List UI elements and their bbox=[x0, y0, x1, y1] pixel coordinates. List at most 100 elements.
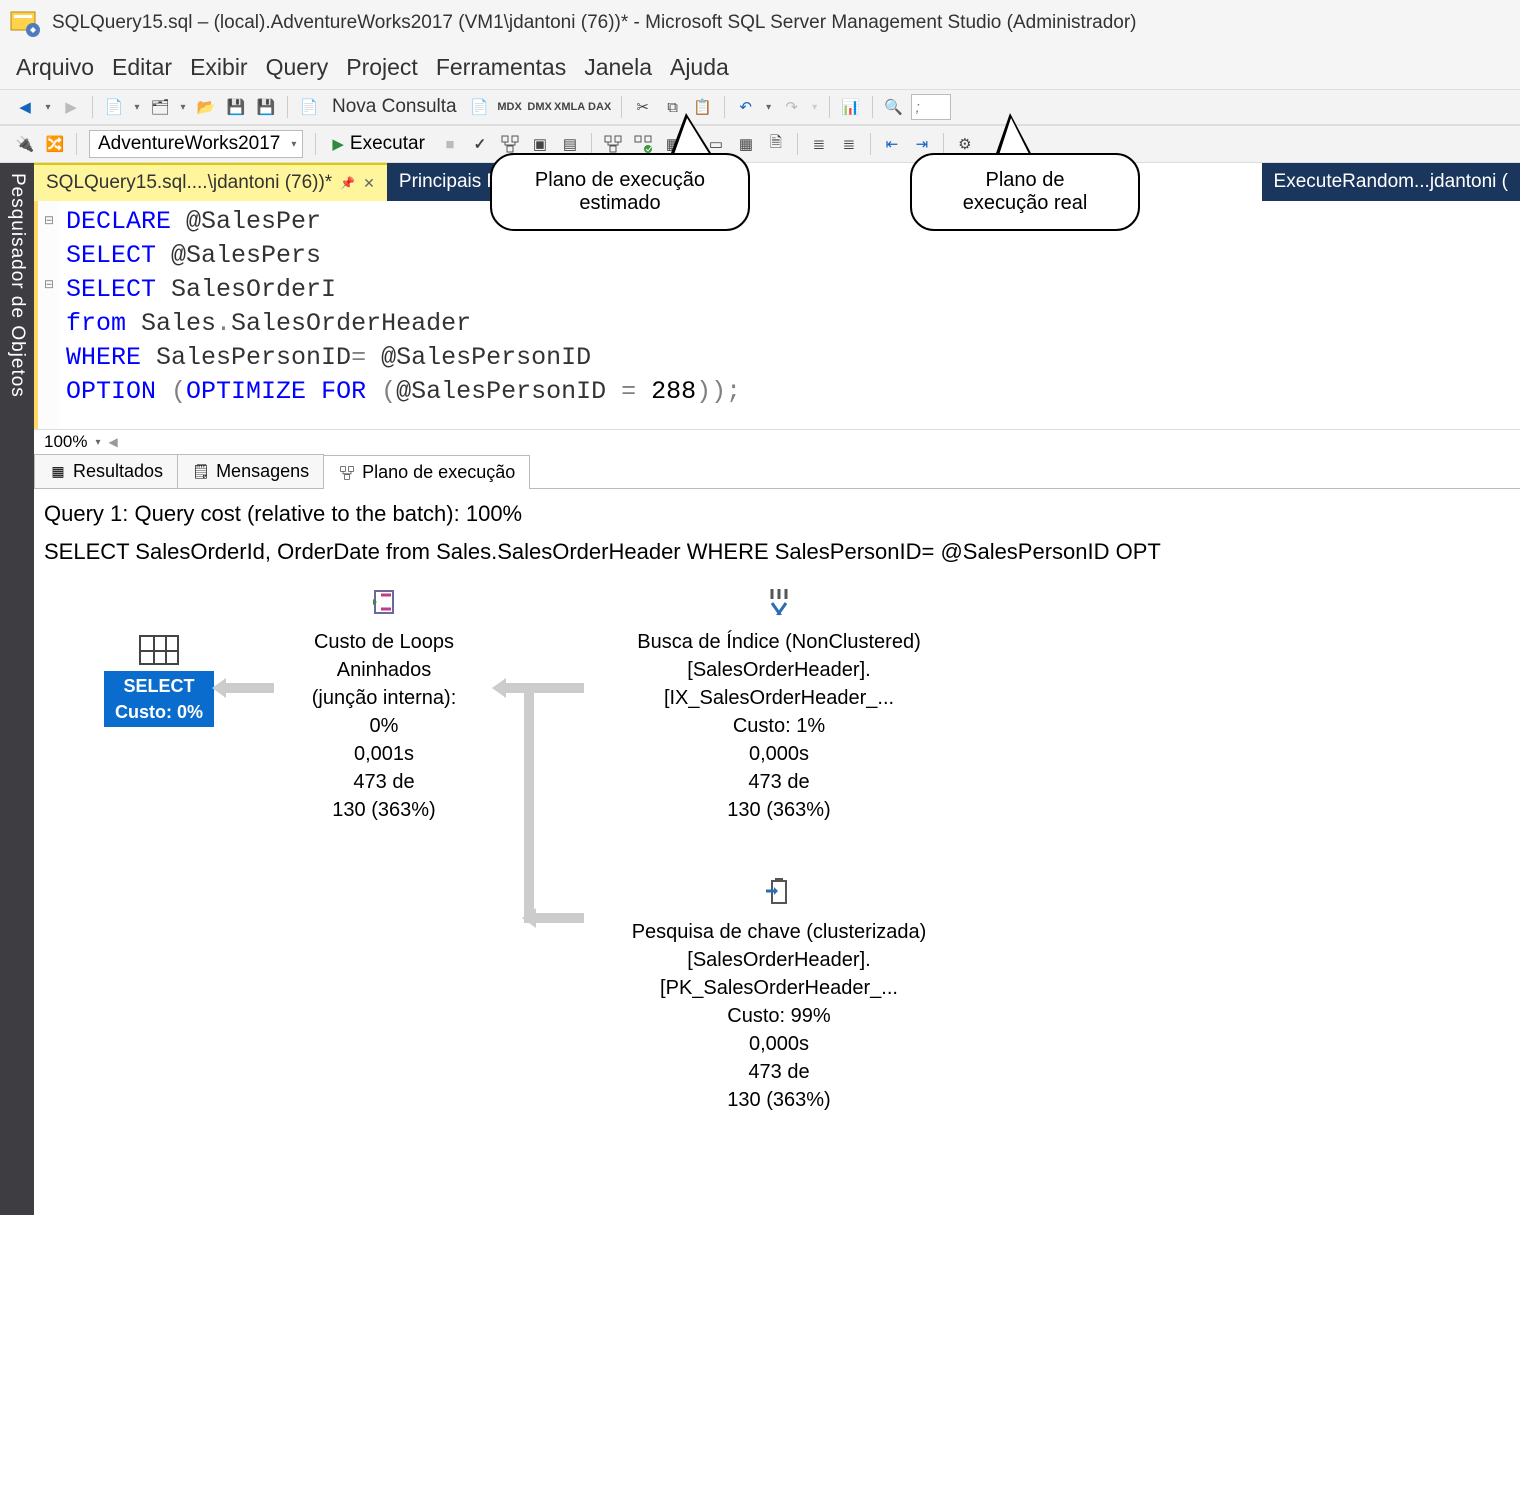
menu-janela[interactable]: Janela bbox=[584, 54, 652, 81]
plan-node-select[interactable]: SELECT Custo: 0% bbox=[104, 635, 214, 727]
menu-exibir[interactable]: Exibir bbox=[190, 54, 248, 81]
quick-find-input[interactable] bbox=[911, 94, 951, 120]
plan-node-key-lookup[interactable]: Pesquisa de chave (clusterizada) [SalesO… bbox=[584, 875, 974, 1114]
tab-messages[interactable]: 🗒 Mensagens bbox=[177, 454, 324, 488]
indent-less-icon[interactable]: ⇤ bbox=[879, 131, 905, 157]
plan-canvas[interactable]: SELECT Custo: 0% Custo de Loops Aninhado… bbox=[44, 575, 1510, 1175]
connect-icon: 🔌 bbox=[12, 131, 38, 157]
redo-icon: ↷ bbox=[779, 94, 805, 120]
key-lookup-icon bbox=[584, 875, 974, 914]
menu-ferramentas[interactable]: Ferramentas bbox=[436, 54, 566, 81]
tab-results[interactable]: ▦ Resultados bbox=[34, 454, 178, 488]
parse-icon[interactable]: ✓ bbox=[467, 131, 493, 157]
plan-node-index-seek[interactable]: Busca de Índice (NonClustered) [SalesOrd… bbox=[584, 585, 974, 824]
callout-estimated-plan: Plano de execução estimado bbox=[490, 153, 750, 231]
undo-dropdown[interactable]: ▾ bbox=[763, 102, 775, 113]
menubar: Arquivo Editar Exibir Query Project Ferr… bbox=[0, 46, 1520, 89]
change-connection-icon[interactable]: 🔀 bbox=[42, 131, 68, 157]
nav-forward-icon: ▶ bbox=[58, 94, 84, 120]
pin-icon[interactable]: 📌 bbox=[340, 176, 355, 190]
callout2-line1: Plano de bbox=[936, 169, 1114, 192]
tab-inactive2-label: ExecuteRandom...jdantoni ( bbox=[1274, 171, 1508, 193]
execute-label: Executar bbox=[350, 133, 425, 155]
menu-ajuda[interactable]: Ajuda bbox=[670, 54, 729, 81]
tab-messages-label: Mensagens bbox=[216, 461, 309, 482]
toolbar-row-1: ◀ ▾ ▶ 📄 ▾ 🗂 ▾ 📂 💾 💾 📄 Nova Consulta 📄 MD… bbox=[0, 89, 1520, 125]
new-item-icon[interactable]: 📄 bbox=[101, 94, 127, 120]
save-all-icon[interactable]: 💾 bbox=[253, 94, 279, 120]
save-icon[interactable]: 💾 bbox=[223, 94, 249, 120]
redo-dropdown: ▾ bbox=[809, 102, 821, 113]
dmx-icon[interactable]: DMX bbox=[527, 94, 553, 120]
play-icon: ▶ bbox=[332, 135, 344, 153]
zoom-level[interactable]: 100% bbox=[40, 432, 91, 452]
cut-icon[interactable]: ✂ bbox=[630, 94, 656, 120]
results-grid-icon[interactable]: ▦ bbox=[733, 131, 759, 157]
activity-monitor-icon[interactable]: 📊 bbox=[838, 94, 864, 120]
tab-active-query[interactable]: SQLQuery15.sql....\jdantoni (76))* 📌 ✕ bbox=[34, 163, 387, 201]
execution-plan-area: Query 1: Query cost (relative to the bat… bbox=[34, 489, 1520, 1215]
find-icon[interactable]: 🔍 bbox=[881, 94, 907, 120]
new-query-icon[interactable]: 📄 bbox=[296, 94, 322, 120]
callout-actual-plan: Plano de execução real bbox=[910, 153, 1140, 231]
plan-icon bbox=[338, 464, 356, 482]
fold-icon[interactable]: ⊟ bbox=[38, 269, 60, 299]
new-project-icon[interactable]: 🗂 bbox=[147, 94, 173, 120]
messages-icon: 🗒 bbox=[192, 463, 210, 481]
callout2-line2: execução real bbox=[936, 192, 1114, 215]
titlebar: SQLQuery15.sql – (local).AdventureWorks2… bbox=[0, 0, 1520, 46]
zoom-bar: 100% ▾ ◀ bbox=[34, 429, 1520, 454]
hscroll-left-icon[interactable]: ◀ bbox=[109, 435, 118, 449]
results-tabstrip: ▦ Resultados 🗒 Mensagens Plano de execuç… bbox=[34, 454, 1520, 489]
database-selector[interactable]: AdventureWorks2017 bbox=[89, 130, 303, 158]
new-query-label[interactable]: Nova Consulta bbox=[326, 96, 463, 118]
grid-icon: ▦ bbox=[49, 463, 67, 481]
menu-arquivo[interactable]: Arquivo bbox=[16, 54, 94, 81]
database-selected: AdventureWorks2017 bbox=[98, 133, 280, 155]
dax-icon[interactable]: DAX bbox=[587, 94, 613, 120]
toolbar-row-2: 🔌 🔀 AdventureWorks2017 ▶Executar ■ ✓ ▣ ▤… bbox=[0, 125, 1520, 163]
tab-execution-plan[interactable]: Plano de execução bbox=[323, 455, 530, 489]
results-file-icon[interactable]: 🗎 bbox=[763, 131, 789, 157]
index-seek-icon bbox=[584, 585, 974, 624]
plan-arrow bbox=[534, 913, 584, 923]
zoom-dropdown-icon[interactable]: ▾ bbox=[95, 437, 100, 448]
open-icon[interactable]: 📂 bbox=[193, 94, 219, 120]
tab-plan-label: Plano de execução bbox=[362, 462, 515, 483]
nav-back-icon[interactable]: ◀ bbox=[12, 94, 38, 120]
menu-query[interactable]: Query bbox=[266, 54, 329, 81]
select-grid-icon bbox=[139, 635, 179, 665]
nested-loops-icon bbox=[274, 585, 494, 624]
comment-icon[interactable]: ≣ bbox=[806, 131, 832, 157]
code-content[interactable]: DECLARE @SalesPer SELECT @SalesPers SELE… bbox=[60, 201, 741, 429]
tab-active-label: SQLQuery15.sql....\jdantoni (76))* bbox=[46, 172, 332, 194]
plan-arrow bbox=[524, 693, 534, 923]
tab-execute-random[interactable]: ExecuteRandom...jdantoni ( bbox=[1262, 163, 1520, 201]
close-icon[interactable]: ✕ bbox=[363, 175, 375, 192]
callout1-line2: estimado bbox=[516, 192, 724, 215]
menu-project[interactable]: Project bbox=[346, 54, 418, 81]
window-title: SQLQuery15.sql – (local).AdventureWorks2… bbox=[52, 12, 1137, 34]
plan-header-line2: SELECT SalesOrderId, OrderDate from Sale… bbox=[44, 537, 1510, 567]
select-label: SELECT bbox=[104, 673, 214, 699]
xmla-icon[interactable]: XMLA bbox=[557, 94, 583, 120]
plan-header-line1: Query 1: Query cost (relative to the bat… bbox=[44, 499, 1510, 529]
script-icon[interactable]: 📄 bbox=[467, 94, 493, 120]
sql-editor[interactable]: ⊟ ⊟ DECLARE @SalesPer SELECT @SalesPers … bbox=[34, 201, 1520, 429]
callout1-line1: Plano de execução bbox=[516, 169, 724, 192]
new-project-dropdown[interactable]: ▾ bbox=[177, 102, 189, 113]
plan-node-nested-loops[interactable]: Custo de Loops Aninhados (junção interna… bbox=[274, 585, 494, 824]
undo-icon[interactable]: ↶ bbox=[733, 94, 759, 120]
ssms-app-icon bbox=[8, 6, 42, 40]
menu-editar[interactable]: Editar bbox=[112, 54, 172, 81]
fold-icon[interactable]: ⊟ bbox=[38, 205, 60, 235]
stop-icon: ■ bbox=[437, 131, 463, 157]
tab-results-label: Resultados bbox=[73, 461, 163, 482]
mdx-icon[interactable]: MDX bbox=[497, 94, 523, 120]
document-tabstrip: SQLQuery15.sql....\jdantoni (76))* 📌 ✕ P… bbox=[34, 163, 1520, 201]
uncomment-icon[interactable]: ≣ bbox=[836, 131, 862, 157]
execute-button[interactable]: ▶ Executar bbox=[324, 131, 433, 157]
new-item-dropdown[interactable]: ▾ bbox=[131, 102, 143, 113]
object-explorer-panel[interactable]: Pesquisador de Objetos bbox=[0, 163, 34, 1215]
nav-back-dropdown[interactable]: ▾ bbox=[42, 102, 54, 113]
